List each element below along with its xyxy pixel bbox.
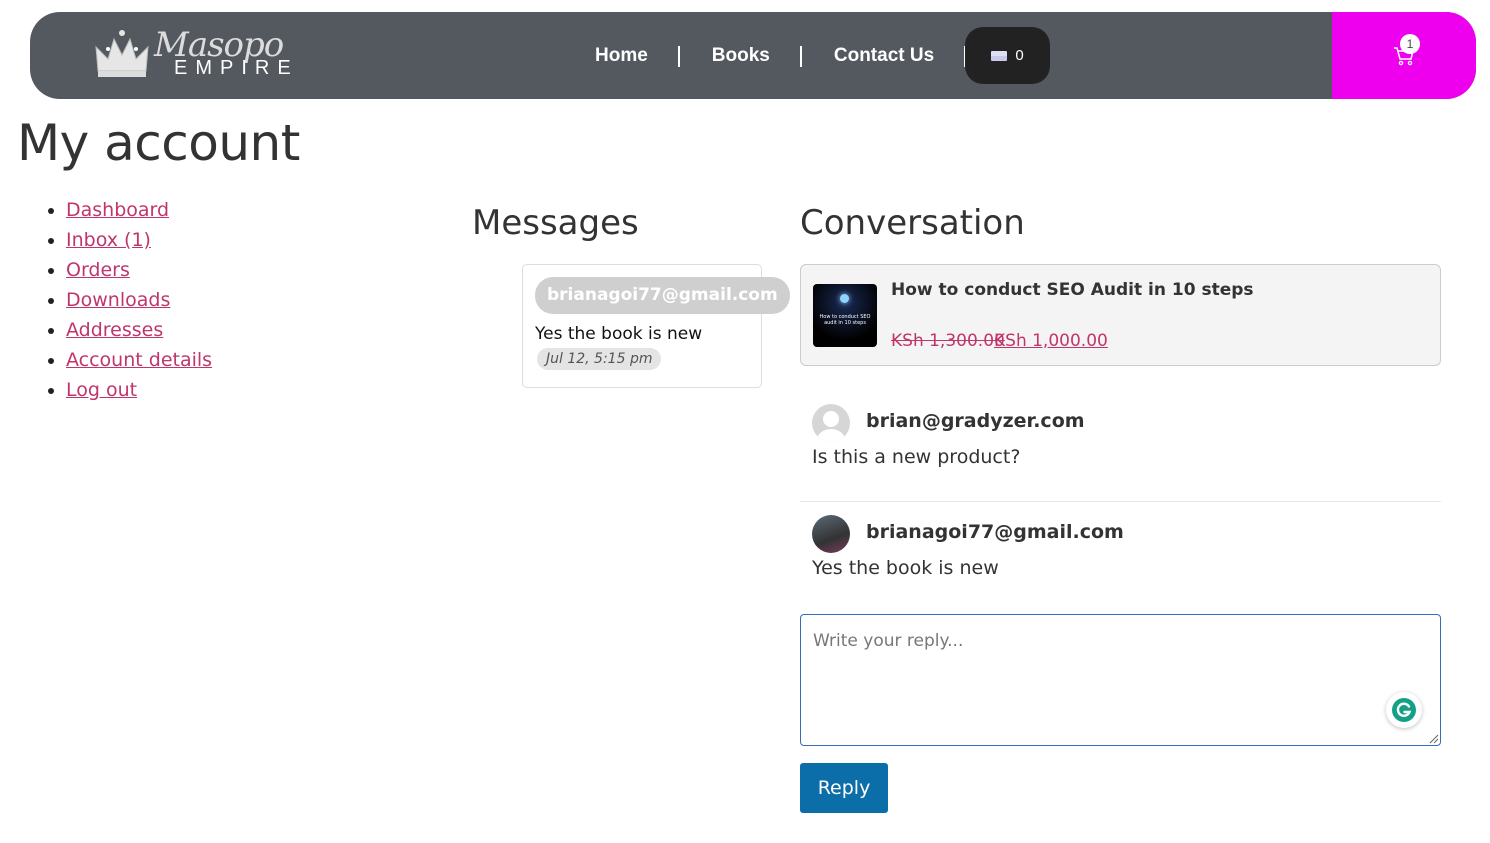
flag-icon bbox=[991, 50, 1008, 61]
reply-button[interactable]: Reply bbox=[800, 763, 888, 813]
entry-sender: brian@gradyzer.com bbox=[866, 410, 1085, 432]
nav-home[interactable]: Home bbox=[563, 45, 680, 67]
cart-count-badge: 1 bbox=[1400, 34, 1420, 54]
messages-heading: Messages bbox=[472, 203, 639, 243]
nav-link-downloads[interactable]: Downloads bbox=[66, 289, 170, 311]
account-nav-item: Inbox (1) bbox=[66, 225, 212, 255]
account-nav-item: Log out bbox=[66, 375, 212, 405]
main-nav: Home Books Contact Us bbox=[563, 12, 967, 99]
nav-link-logout[interactable]: Log out bbox=[66, 379, 137, 401]
nav-link-dashboard[interactable]: Dashboard bbox=[66, 199, 169, 221]
resize-handle-icon[interactable] bbox=[1429, 734, 1439, 744]
user-placeholder-icon bbox=[817, 411, 845, 442]
avatar bbox=[812, 404, 850, 442]
price-original: KSh 1,300.00 bbox=[891, 331, 1005, 351]
thumb-glow-icon bbox=[840, 294, 849, 303]
cart-button[interactable]: 1 bbox=[1332, 12, 1476, 99]
nav-contact-us[interactable]: Contact Us bbox=[802, 45, 967, 67]
nav-link-account-details[interactable]: Account details bbox=[66, 349, 212, 371]
message-preview: Yes the book is new bbox=[535, 324, 703, 344]
grammarly-icon[interactable] bbox=[1386, 692, 1422, 728]
site-logo[interactable]: Masopo EMPIRE bbox=[92, 25, 302, 85]
product-title[interactable]: How to conduct SEO Audit in 10 steps bbox=[891, 280, 1254, 300]
message-thread-card[interactable]: brianagoi77@gmail.com Yes the book is ne… bbox=[522, 264, 790, 388]
avatar bbox=[812, 515, 850, 553]
entry-text: Is this a new product? bbox=[812, 446, 1021, 468]
conversation-entry: brianagoi77@gmail.com Yes the book is ne… bbox=[800, 502, 1441, 602]
message-sender-pill: brianagoi77@gmail.com bbox=[535, 277, 790, 314]
currency-count: 0 bbox=[1015, 47, 1024, 64]
nav-link-inbox[interactable]: Inbox (1) bbox=[66, 229, 151, 251]
account-nav-item: Orders bbox=[66, 255, 212, 285]
entry-sender: brianagoi77@gmail.com bbox=[866, 521, 1124, 543]
nav-books[interactable]: Books bbox=[680, 45, 802, 67]
price-sale: KSh 1,000.00 bbox=[994, 331, 1108, 351]
logo-word-text: EMPIRE bbox=[174, 57, 299, 79]
page-title: My account bbox=[17, 114, 300, 172]
thumb-caption: How to conduct SEO audit in 10 steps bbox=[819, 314, 871, 326]
account-nav-item: Dashboard bbox=[66, 195, 212, 225]
account-nav-item: Addresses bbox=[66, 315, 212, 345]
product-card: How to conduct SEO audit in 10 steps How… bbox=[800, 264, 1441, 366]
product-thumbnail[interactable]: How to conduct SEO audit in 10 steps bbox=[813, 284, 877, 347]
currency-switcher[interactable]: 0 bbox=[965, 27, 1050, 84]
nav-link-orders[interactable]: Orders bbox=[66, 259, 130, 281]
nav-link-addresses[interactable]: Addresses bbox=[66, 319, 163, 341]
account-nav: Dashboard Inbox (1) Orders Downloads Add… bbox=[44, 195, 212, 405]
account-nav-item: Account details bbox=[66, 345, 212, 375]
message-timestamp: Jul 12, 5:15 pm bbox=[537, 348, 662, 370]
account-nav-item: Downloads bbox=[66, 285, 212, 315]
site-header: Masopo EMPIRE Home Books Contact Us 0 1 bbox=[30, 12, 1476, 99]
reply-textarea[interactable] bbox=[800, 614, 1441, 746]
entry-text: Yes the book is new bbox=[812, 557, 999, 579]
conversation-entry: brian@gradyzer.com Is this a new product… bbox=[800, 390, 1441, 502]
conversation-heading: Conversation bbox=[800, 203, 1025, 243]
crown-icon bbox=[95, 30, 149, 77]
